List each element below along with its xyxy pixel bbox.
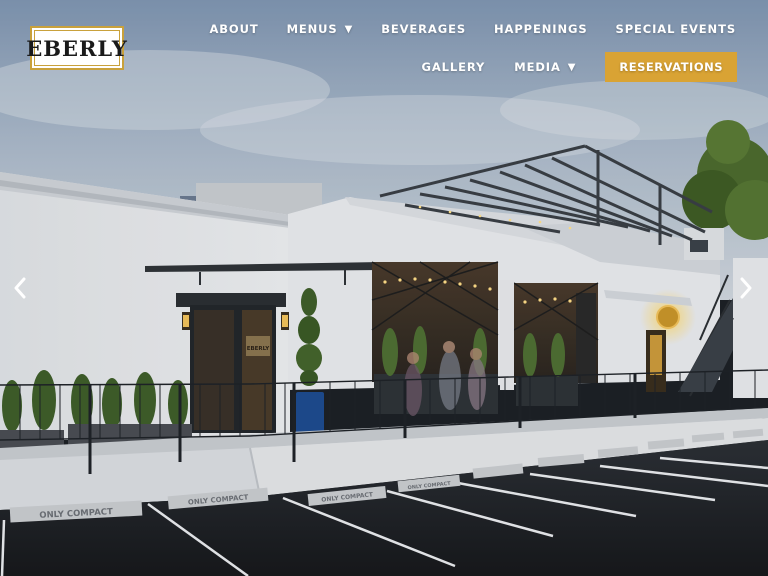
- primary-nav: ABOUT MENUS ▼ BEVERAGES HAPPENINGS SPECI…: [181, 21, 736, 37]
- reservations-button[interactable]: RESERVATIONS: [605, 52, 737, 82]
- nav-beverages-label: BEVERAGES: [381, 22, 467, 36]
- nav-menus-label: MENUS: [286, 22, 338, 36]
- chevron-right-icon: [740, 277, 752, 299]
- nav-about-label: ABOUT: [209, 22, 259, 36]
- logo-text: EBERLY: [26, 30, 127, 66]
- nav-media[interactable]: MEDIA ▼: [514, 52, 576, 82]
- nav-happenings-label: HAPPENINGS: [494, 22, 588, 36]
- nav-special-events[interactable]: SPECIAL EVENTS: [616, 21, 736, 37]
- nav-media-label: MEDIA: [514, 60, 561, 74]
- carousel-prev-button[interactable]: [8, 274, 32, 302]
- logo[interactable]: EBERLY: [26, 26, 127, 70]
- nav-gallery-label: GALLERY: [421, 60, 486, 74]
- chevron-left-icon: [14, 277, 26, 299]
- chevron-down-icon: ▼: [344, 23, 354, 35]
- nav-special-events-label: SPECIAL EVENTS: [615, 22, 736, 36]
- nav-happenings[interactable]: HAPPENINGS: [494, 21, 588, 37]
- secondary-nav: GALLERY MEDIA ▼ RESERVATIONS: [393, 52, 737, 82]
- nav-beverages[interactable]: BEVERAGES: [381, 21, 466, 37]
- hero-photo: EBERLY ONLY COMPACT ONLY COMPACT ONLY CO…: [0, 0, 768, 576]
- hero-slide: EBERLY ONLY COMPACT ONLY COMPACT ONLY CO…: [0, 0, 768, 576]
- nav-reservations-wrap: RESERVATIONS: [605, 52, 737, 82]
- chevron-down-icon: ▼: [567, 61, 577, 73]
- nav-menus[interactable]: MENUS ▼: [287, 21, 354, 37]
- carousel-next-button[interactable]: [734, 274, 758, 302]
- nav-gallery[interactable]: GALLERY: [422, 52, 486, 82]
- nav-about[interactable]: ABOUT: [209, 21, 258, 37]
